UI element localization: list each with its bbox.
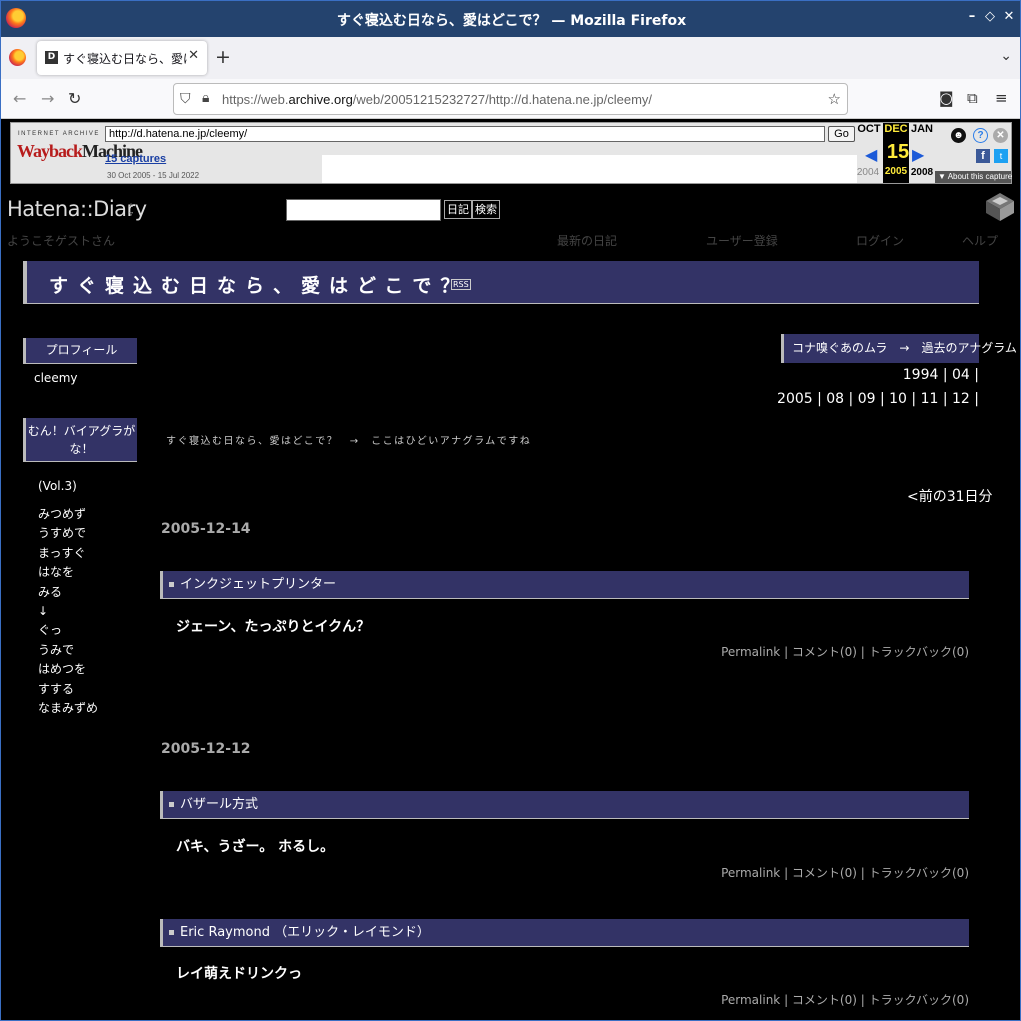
- list-item: なまみずめ: [38, 701, 99, 716]
- bookmark-star-icon[interactable]: ☆: [828, 90, 841, 108]
- square-bullet-icon: [169, 582, 174, 587]
- entry-heading[interactable]: バザール方式: [160, 791, 969, 819]
- list-item: はめつを: [38, 662, 87, 677]
- square-bullet-icon: [169, 802, 174, 807]
- minimize-button[interactable]: –: [963, 8, 981, 26]
- menu-icon[interactable]: ≡: [995, 89, 1008, 107]
- pocket-icon[interactable]: ◙: [939, 89, 954, 107]
- back-button[interactable]: ←: [13, 89, 26, 108]
- page-content: Hatena::Diary ▵ ▿ 日記 検索 ようこそゲストさん 最新の日記 ユ…: [1, 187, 1020, 1020]
- nav-help[interactable]: ヘルプ: [962, 232, 998, 249]
- list-item: ぐっ: [38, 623, 63, 638]
- anagram-history-link[interactable]: コナ嗅ぐあのムラ → 過去のアナグラム: [781, 334, 1017, 363]
- wayback-go-button[interactable]: Go: [828, 126, 855, 142]
- prev-capture-arrow-icon[interactable]: ◀: [865, 145, 877, 165]
- entry-body: バキ、うざー。 ホるし。: [176, 839, 335, 855]
- hatena-diary-logo[interactable]: Hatena::Diary: [7, 197, 147, 221]
- capture-sparkline[interactable]: [322, 155, 857, 183]
- hatena-cube-icon[interactable]: [984, 191, 1016, 223]
- section-heading: むん！バイアグラがな！: [23, 418, 137, 462]
- list-item: ↓: [38, 604, 49, 619]
- prev-31-days-link[interactable]: <前の31日分: [907, 486, 993, 506]
- list-item: はなを: [38, 565, 75, 580]
- rss-icon[interactable]: RSS: [451, 279, 471, 290]
- entry-date[interactable]: 2005-12-12: [161, 741, 251, 757]
- url-text[interactable]: https://web.archive.org/web/200512152327…: [222, 92, 652, 107]
- nav-register[interactable]: ユーザー登録: [706, 232, 778, 249]
- captures-link[interactable]: 15 captures: [105, 153, 166, 165]
- logo-arrows-icon: ▵ ▿: [129, 200, 134, 218]
- list-item: うみで: [38, 642, 75, 657]
- restore-button[interactable]: ◇: [981, 8, 999, 26]
- search-input[interactable]: [286, 199, 441, 221]
- entry-heading[interactable]: Eric Raymond （エリック・レイモンド）: [160, 919, 969, 947]
- tab-label: すぐ寝込む日なら、愛はどこで？: [63, 52, 187, 66]
- anagram-list: みつめず うすめで まっすぐ はなを みる ↓ ぐっ うみで はめつを すする …: [38, 505, 98, 718]
- close-toolbar-icon[interactable]: ✕: [993, 128, 1008, 143]
- entry-footer-links[interactable]: Permalink | コメント(0) | トラックバック(0): [721, 643, 969, 660]
- diary-title[interactable]: すぐ寝込む日なら、愛はどこで？: [49, 271, 468, 298]
- forward-button[interactable]: →: [41, 89, 54, 108]
- internet-archive-label: INTERNET ARCHIVE: [18, 131, 100, 137]
- profile-heading: プロフィール: [23, 338, 137, 364]
- user-icon[interactable]: ☻: [951, 128, 966, 143]
- vol-label: (Vol.3): [38, 479, 77, 493]
- title-bar: すぐ寝込む日なら、愛はどこで？ — Mozilla Firefox – ◇ ✕: [1, 1, 1020, 37]
- year-prev[interactable]: 2004: [855, 167, 881, 178]
- list-item: みる: [38, 584, 63, 599]
- tab-list-icon[interactable]: ⌄: [1000, 48, 1012, 64]
- capture-range: 30 Oct 2005 - 15 Jul 2022: [107, 171, 200, 180]
- window-title: すぐ寝込む日なら、愛はどこで？ — Mozilla Firefox: [336, 13, 687, 29]
- entry-body: レイ萌えドリンクっ: [176, 966, 302, 982]
- month-next[interactable]: JAN: [909, 123, 935, 135]
- profile-name[interactable]: cleemy: [34, 371, 78, 385]
- about-capture-button[interactable]: ▼ About this capture: [935, 171, 1012, 183]
- wayback-url-input[interactable]: http://d.hatena.ne.jp/cleemy/: [105, 126, 825, 142]
- archive-links-1994[interactable]: 1994 | 04 |: [903, 367, 979, 383]
- capture-day: 15: [886, 141, 910, 163]
- list-item: すする: [38, 681, 75, 696]
- square-bullet-icon: [169, 930, 174, 935]
- navigation-bar: ← → ↻ ⛉ 🔒︎ https://web.archive.org/web/2…: [1, 79, 1020, 119]
- new-tab-button[interactable]: +: [215, 46, 231, 68]
- twitter-icon[interactable]: t: [994, 149, 1008, 163]
- close-window-button[interactable]: ✕: [1000, 8, 1018, 26]
- year-current: 2005: [884, 166, 908, 177]
- list-item: まっすぐ: [38, 545, 86, 560]
- hatena-favicon-icon: D: [45, 51, 58, 64]
- list-item: うすめで: [38, 526, 87, 541]
- firefox-view-icon[interactable]: [9, 49, 26, 66]
- wayback-toolbar: INTERNET ARCHIVE WaybackMachine http://d…: [10, 122, 1012, 184]
- tab-active[interactable]: D すぐ寝込む日なら、愛はどこで？ ✕: [37, 41, 207, 75]
- entry-heading[interactable]: インクジェットプリンター: [160, 571, 969, 599]
- welcome-text: ようこそゲストさん: [7, 234, 116, 248]
- month-prev[interactable]: OCT: [856, 123, 882, 135]
- nav-login[interactable]: ログイン: [856, 232, 904, 249]
- nav-latest-diary[interactable]: 最新の日記: [557, 232, 617, 249]
- entry-body: ジェーン、たっぷりとイクん？: [176, 619, 371, 635]
- archive-links-2005[interactable]: 2005 | 08 | 09 | 10 | 11 | 12 |: [777, 391, 979, 407]
- year-next[interactable]: 2008: [909, 167, 935, 178]
- diary-description: すぐ寝込む日なら、愛はどこで？ → ここはひどいアナグラムですね: [166, 436, 532, 447]
- diary-title-box: すぐ寝込む日なら、愛はどこで？ RSS: [23, 261, 979, 304]
- next-capture-arrow-icon[interactable]: ▶: [912, 145, 924, 165]
- entry-date[interactable]: 2005-12-14: [161, 521, 251, 537]
- tab-bar: D すぐ寝込む日なら、愛はどこで？ ✕ + ⌄: [1, 37, 1020, 79]
- tab-close-icon[interactable]: ✕: [188, 48, 199, 63]
- reload-button[interactable]: ↻: [68, 89, 81, 108]
- browser-window: すぐ寝込む日なら、愛はどこで？ — Mozilla Firefox – ◇ ✕ …: [0, 0, 1021, 1021]
- search-button[interactable]: 検索: [472, 200, 500, 219]
- shield-icon[interactable]: ⛉: [180, 91, 191, 107]
- entry-footer-links[interactable]: Permalink | コメント(0) | トラックバック(0): [721, 991, 969, 1008]
- list-item: みつめず: [38, 507, 87, 521]
- url-bar[interactable]: ⛉ 🔒︎ https://web.archive.org/web/2005121…: [173, 83, 848, 115]
- diary-button[interactable]: 日記: [444, 200, 472, 219]
- help-icon[interactable]: ?: [973, 128, 988, 143]
- lock-icon[interactable]: 🔒︎: [202, 90, 209, 106]
- entry-footer-links[interactable]: Permalink | コメント(0) | トラックバック(0): [721, 864, 969, 881]
- facebook-icon[interactable]: f: [976, 149, 990, 163]
- extensions-icon[interactable]: ⧉: [967, 89, 978, 107]
